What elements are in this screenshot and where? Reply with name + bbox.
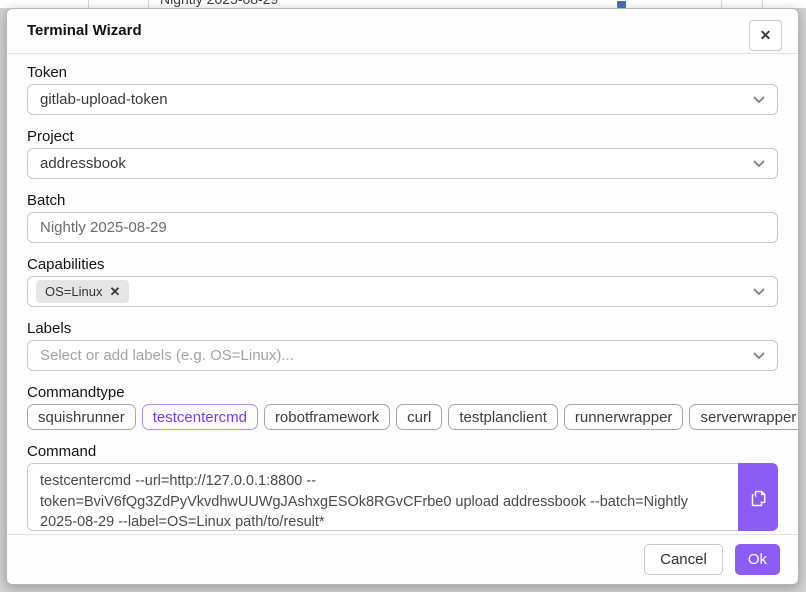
- capability-tag-label: OS=Linux: [45, 284, 102, 299]
- command-label: Command: [27, 443, 778, 460]
- command-field-group: Command testcentercmd --url=http://127.0…: [27, 443, 778, 531]
- dialog-title: Terminal Wizard: [27, 22, 142, 39]
- commandtype-runnerwrapper[interactable]: runnerwrapper: [564, 404, 684, 430]
- capabilities-multiselect[interactable]: OS=Linux ✕: [27, 276, 778, 307]
- table-column-divider: [721, 0, 722, 8]
- commandtype-testplanclient[interactable]: testplanclient: [448, 404, 558, 430]
- background-icon-fragment: [617, 1, 626, 8]
- batch-label: Batch: [27, 192, 778, 209]
- terminal-wizard-dialog: Terminal Wizard ✕ Token gitlab-upload-to…: [6, 8, 799, 585]
- background-page: Nightly 2025-08-29: [0, 0, 806, 8]
- batch-field-group: Batch: [27, 192, 778, 243]
- token-field-group: Token gitlab-upload-token: [27, 64, 778, 115]
- table-column-divider: [762, 0, 763, 8]
- commandtype-robotframework[interactable]: robotframework: [264, 404, 390, 430]
- command-row: testcentercmd --url=http://127.0.0.1:880…: [27, 463, 778, 531]
- capabilities-label: Capabilities: [27, 256, 778, 273]
- close-button[interactable]: ✕: [749, 20, 782, 51]
- chevron-down-icon: [753, 352, 765, 360]
- project-selected-value: addressbook: [40, 155, 745, 172]
- copy-icon: [750, 488, 767, 507]
- chevron-down-icon: [753, 288, 765, 296]
- commandtype-field-group: Commandtype squishrunner testcentercmd r…: [27, 384, 778, 430]
- labels-label: Labels: [27, 320, 778, 337]
- token-label: Token: [27, 64, 778, 81]
- batch-input[interactable]: [27, 212, 778, 243]
- copy-command-button[interactable]: [738, 463, 778, 531]
- project-field-group: Project addressbook: [27, 128, 778, 179]
- commandtype-label: Commandtype: [27, 384, 778, 401]
- dialog-footer: Cancel Ok: [7, 534, 798, 584]
- cancel-button[interactable]: Cancel: [644, 544, 723, 575]
- dialog-body: Token gitlab-upload-token Project addres…: [7, 54, 798, 534]
- commandtype-squishrunner[interactable]: squishrunner: [27, 404, 136, 430]
- chevron-down-icon: [753, 96, 765, 104]
- commandtype-testcentercmd[interactable]: testcentercmd: [142, 404, 258, 430]
- capability-tag: OS=Linux ✕: [36, 280, 129, 303]
- labels-multiselect[interactable]: [27, 340, 778, 371]
- table-column-divider: [88, 0, 89, 8]
- command-textarea[interactable]: testcentercmd --url=http://127.0.0.1:880…: [27, 463, 738, 531]
- commandtype-curl[interactable]: curl: [396, 404, 442, 430]
- labels-input[interactable]: [40, 347, 745, 364]
- project-select[interactable]: addressbook: [27, 148, 778, 179]
- project-label: Project: [27, 128, 778, 145]
- token-selected-value: gitlab-upload-token: [40, 91, 745, 108]
- chevron-down-icon: [753, 160, 765, 168]
- remove-tag-icon[interactable]: ✕: [109, 285, 120, 298]
- dialog-header: Terminal Wizard ✕: [7, 9, 798, 54]
- token-select[interactable]: gitlab-upload-token: [27, 84, 778, 115]
- capabilities-field-group: Capabilities OS=Linux ✕: [27, 256, 778, 307]
- commandtype-serverwrapper[interactable]: serverwrapper: [689, 404, 798, 430]
- commandtype-options: squishrunner testcentercmd robotframewor…: [27, 404, 778, 430]
- background-row-text: Nightly 2025-08-29: [160, 0, 278, 7]
- table-column-divider: [148, 0, 149, 8]
- labels-field-group: Labels: [27, 320, 778, 371]
- ok-button[interactable]: Ok: [735, 544, 780, 575]
